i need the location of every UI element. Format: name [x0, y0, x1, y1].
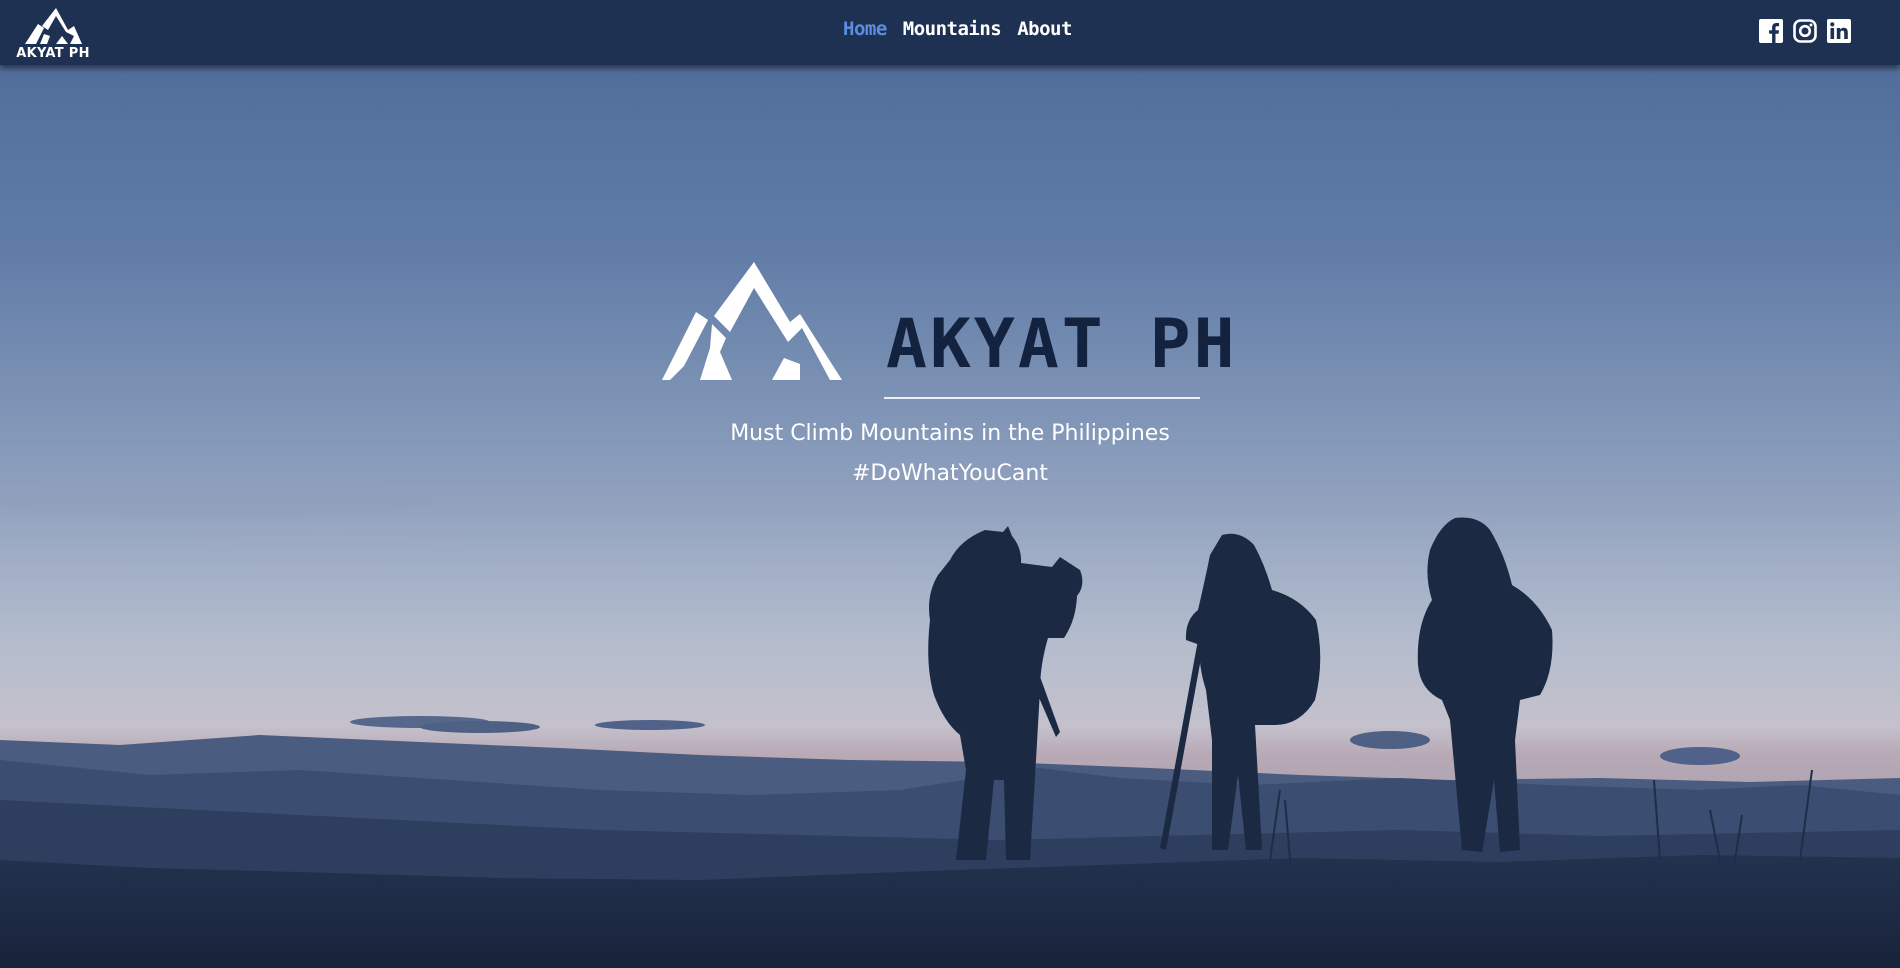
- nav-logo-text: AKYAT PH: [16, 46, 90, 61]
- nav-link-mountains[interactable]: Mountains: [903, 18, 1002, 40]
- hero-content: AKYAT PH Must Climb Mountains in the Phi…: [0, 0, 1900, 968]
- instagram-icon[interactable]: [1793, 19, 1817, 43]
- hero-hashtag: #DoWhatYouCant: [852, 461, 1048, 486]
- hero-tagline: Must Climb Mountains in the Philippines: [730, 421, 1170, 446]
- top-navbar: AKYAT PH Home Mountains About: [0, 0, 1900, 65]
- social-links: [1759, 19, 1851, 43]
- facebook-icon[interactable]: [1759, 19, 1783, 43]
- mountain-logo-icon: [25, 8, 82, 44]
- nav-link-home[interactable]: Home: [843, 18, 887, 40]
- mountain-brand-icon: [662, 262, 842, 380]
- brand-divider: [884, 397, 1200, 399]
- nav-logo[interactable]: AKYAT PH: [16, 6, 90, 61]
- nav-links: Home Mountains About: [843, 18, 1072, 40]
- linkedin-icon[interactable]: [1827, 19, 1851, 43]
- nav-link-about[interactable]: About: [1017, 18, 1072, 40]
- brand-title: AKYAT PH: [886, 305, 1238, 384]
